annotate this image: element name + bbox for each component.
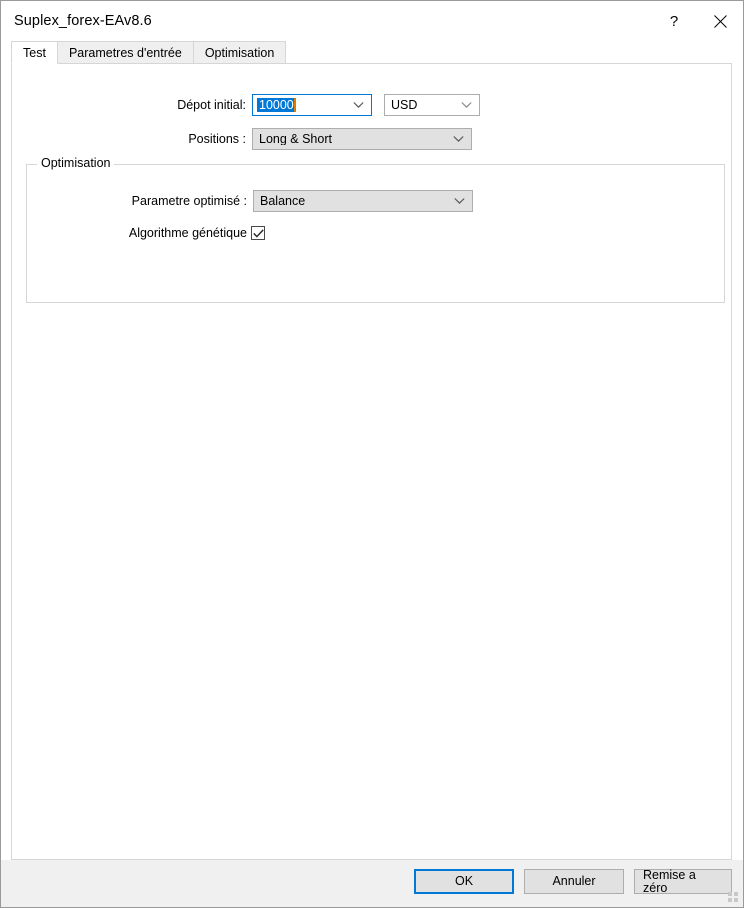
optimised-parameter-row: Parametre optimisé : Balance bbox=[27, 190, 724, 212]
deposit-combo[interactable]: 10000 bbox=[252, 94, 372, 116]
question-mark-icon: ? bbox=[669, 12, 679, 30]
currency-combo[interactable]: USD bbox=[384, 94, 480, 116]
positions-value: Long & Short bbox=[259, 132, 332, 146]
text-caret bbox=[293, 98, 296, 112]
optimised-parameter-value: Balance bbox=[260, 194, 306, 208]
chevron-down-icon[interactable] bbox=[453, 136, 464, 143]
positions-label: Positions : bbox=[188, 131, 246, 146]
deposit-label: Dépot initial: bbox=[177, 97, 246, 112]
window-title: Suplex_forex-EAv8.6 bbox=[14, 12, 152, 29]
genetic-algorithm-row: Algorithme génétique bbox=[27, 226, 724, 240]
close-icon bbox=[713, 14, 727, 28]
tab-strip: Test Parametres d'entrée Optimisation bbox=[1, 41, 743, 64]
title-bar-buttons: ? bbox=[651, 1, 743, 41]
positions-row: Positions : Long & Short bbox=[12, 128, 731, 150]
optimised-parameter-label: Parametre optimisé : bbox=[131, 193, 247, 208]
chevron-down-icon[interactable] bbox=[461, 102, 472, 109]
footer-button-row: OK Annuler Remise a zéro bbox=[414, 869, 732, 894]
optimised-parameter-combo[interactable]: Balance bbox=[253, 190, 473, 212]
tab-page-test: Dépot initial: 10000 USD Positions: Lon… bbox=[11, 64, 732, 860]
groupbox-title: Optimisation bbox=[37, 157, 115, 170]
tab-label: Test bbox=[23, 45, 46, 60]
optimisation-groupbox: Optimisation Parametre optimisé : Balanc… bbox=[26, 157, 725, 303]
dialog-footer: OK Annuler Remise a zéro bbox=[1, 860, 743, 907]
deposit-row: Dépot initial: 10000 USD bbox=[12, 94, 731, 116]
check-icon bbox=[252, 228, 264, 238]
positions-combo[interactable]: Long & Short bbox=[252, 128, 472, 150]
deposit-input-value[interactable]: 10000 bbox=[257, 98, 294, 112]
cancel-button-label: Annuler bbox=[552, 874, 596, 889]
genetic-algorithm-label: Algorithme génétique bbox=[128, 225, 247, 240]
title-bar: Suplex_forex-EAv8.6 ? bbox=[1, 1, 743, 41]
ok-button[interactable]: OK bbox=[414, 869, 514, 894]
help-button[interactable]: ? bbox=[651, 1, 697, 41]
deposit-value-wrap[interactable]: 10000 bbox=[253, 98, 296, 112]
reset-button-label: Remise a zéro bbox=[643, 868, 696, 895]
dialog-window: Suplex_forex-EAv8.6 ? Test Parametres d'… bbox=[0, 0, 744, 908]
chevron-down-icon[interactable] bbox=[454, 198, 465, 205]
resize-grip-icon[interactable] bbox=[727, 891, 739, 903]
chevron-down-icon[interactable] bbox=[353, 102, 364, 109]
tab-test[interactable]: Test bbox=[11, 41, 58, 64]
reset-button[interactable]: Remise a zéro bbox=[634, 869, 732, 894]
tab-label: Optimisation bbox=[204, 45, 275, 60]
tab-optimisation[interactable]: Optimisation bbox=[192, 41, 287, 64]
tab-label: Parametres d'entrée bbox=[68, 45, 182, 60]
genetic-algorithm-checkbox[interactable] bbox=[251, 226, 265, 240]
ok-button-label: OK bbox=[454, 874, 474, 889]
close-button[interactable] bbox=[697, 1, 743, 41]
cancel-button[interactable]: Annuler bbox=[524, 869, 624, 894]
currency-value: USD bbox=[391, 98, 418, 112]
tab-parametres-entree[interactable]: Parametres d'entrée bbox=[56, 41, 194, 64]
